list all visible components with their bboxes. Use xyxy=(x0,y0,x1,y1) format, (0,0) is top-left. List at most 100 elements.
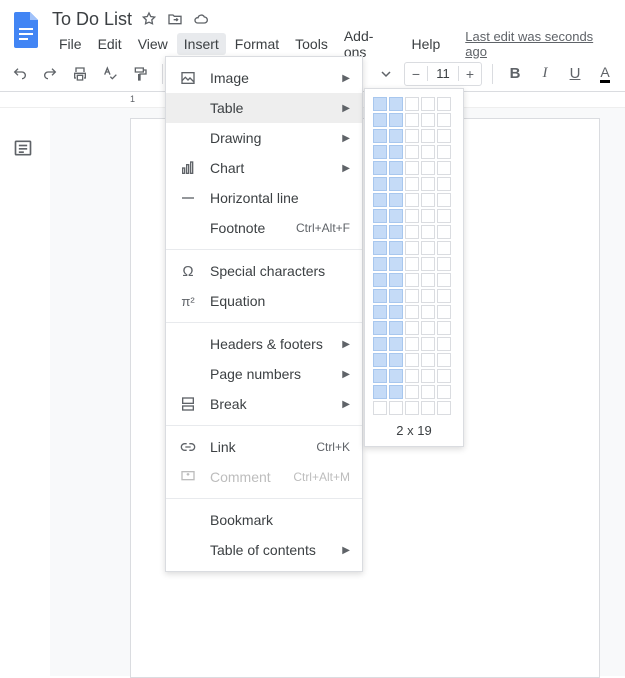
menu-help[interactable]: Help xyxy=(404,33,447,55)
cloud-icon[interactable] xyxy=(192,10,210,28)
table-picker-cell[interactable] xyxy=(437,241,451,255)
table-picker-cell[interactable] xyxy=(421,337,435,351)
table-picker-cell[interactable] xyxy=(437,353,451,367)
table-picker-cell[interactable] xyxy=(373,401,387,415)
table-picker-cell[interactable] xyxy=(437,97,451,111)
table-picker-cell[interactable] xyxy=(421,257,435,271)
spellcheck-icon[interactable] xyxy=(98,62,122,86)
table-picker-cell[interactable] xyxy=(421,305,435,319)
table-picker-cell[interactable] xyxy=(437,145,451,159)
table-picker-cell[interactable] xyxy=(437,225,451,239)
table-picker-cell[interactable] xyxy=(389,97,403,111)
menu-insert[interactable]: Insert xyxy=(177,33,226,55)
table-picker-cell[interactable] xyxy=(405,337,419,351)
table-picker-cell[interactable] xyxy=(389,353,403,367)
table-picker-cell[interactable] xyxy=(389,129,403,143)
table-picker-cell[interactable] xyxy=(421,209,435,223)
table-picker-cell[interactable] xyxy=(405,161,419,175)
table-picker-cell[interactable] xyxy=(437,289,451,303)
table-picker-cell[interactable] xyxy=(421,321,435,335)
table-picker-cell[interactable] xyxy=(437,177,451,191)
menu-item-special-characters[interactable]: Ω Special characters xyxy=(166,256,362,286)
document-title[interactable]: To Do List xyxy=(52,9,132,30)
table-picker-cell[interactable] xyxy=(421,97,435,111)
table-picker-cell[interactable] xyxy=(405,257,419,271)
font-dropdown-icon[interactable] xyxy=(374,62,398,86)
table-picker-cell[interactable] xyxy=(389,161,403,175)
table-picker-cell[interactable] xyxy=(437,321,451,335)
menu-item-drawing[interactable]: Drawing ▶ xyxy=(166,123,362,153)
print-icon[interactable] xyxy=(68,62,92,86)
menu-item-toc[interactable]: Table of contents ▶ xyxy=(166,535,362,565)
menu-item-footnote[interactable]: Footnote Ctrl+Alt+F xyxy=(166,213,362,243)
text-color-icon[interactable]: A xyxy=(593,62,617,86)
menu-tools[interactable]: Tools xyxy=(288,33,335,55)
table-picker-cell[interactable] xyxy=(405,113,419,127)
table-picker-cell[interactable] xyxy=(421,241,435,255)
table-picker-cell[interactable] xyxy=(389,113,403,127)
table-picker-cell[interactable] xyxy=(373,321,387,335)
table-picker-cell[interactable] xyxy=(373,129,387,143)
table-picker-cell[interactable] xyxy=(373,273,387,287)
table-picker-cell[interactable] xyxy=(405,401,419,415)
table-picker-cell[interactable] xyxy=(437,273,451,287)
table-picker-cell[interactable] xyxy=(405,193,419,207)
menu-item-break[interactable]: Break ▶ xyxy=(166,389,362,419)
table-picker-cell[interactable] xyxy=(389,177,403,191)
table-picker-cell[interactable] xyxy=(373,193,387,207)
move-icon[interactable] xyxy=(166,10,184,28)
table-picker-cell[interactable] xyxy=(437,369,451,383)
table-picker-cell[interactable] xyxy=(389,305,403,319)
table-picker-cell[interactable] xyxy=(373,305,387,319)
table-picker-cell[interactable] xyxy=(389,209,403,223)
table-picker-cell[interactable] xyxy=(421,193,435,207)
menu-item-headers-footers[interactable]: Headers & footers ▶ xyxy=(166,329,362,359)
paint-format-icon[interactable] xyxy=(128,62,152,86)
table-picker-cell[interactable] xyxy=(373,241,387,255)
bold-icon[interactable]: B xyxy=(503,62,527,86)
table-picker-cell[interactable] xyxy=(437,209,451,223)
table-picker-cell[interactable] xyxy=(389,369,403,383)
table-picker-cell[interactable] xyxy=(389,193,403,207)
table-picker-cell[interactable] xyxy=(389,337,403,351)
table-picker-cell[interactable] xyxy=(373,113,387,127)
table-picker-cell[interactable] xyxy=(405,129,419,143)
table-picker-cell[interactable] xyxy=(405,177,419,191)
table-picker-cell[interactable] xyxy=(421,145,435,159)
table-picker-cell[interactable] xyxy=(437,113,451,127)
table-picker-cell[interactable] xyxy=(437,161,451,175)
table-picker-cell[interactable] xyxy=(437,385,451,399)
font-size-decrease[interactable]: − xyxy=(405,66,427,82)
table-picker-cell[interactable] xyxy=(389,257,403,271)
table-picker-cell[interactable] xyxy=(437,401,451,415)
docs-logo[interactable] xyxy=(8,8,44,52)
table-picker-cell[interactable] xyxy=(421,385,435,399)
menu-item-page-numbers[interactable]: Page numbers ▶ xyxy=(166,359,362,389)
table-picker-cell[interactable] xyxy=(405,273,419,287)
table-picker-grid[interactable] xyxy=(373,97,455,415)
table-picker-cell[interactable] xyxy=(405,241,419,255)
table-picker-cell[interactable] xyxy=(421,113,435,127)
italic-icon[interactable]: I xyxy=(533,62,557,86)
table-picker-cell[interactable] xyxy=(405,369,419,383)
table-picker-cell[interactable] xyxy=(405,225,419,239)
table-picker-cell[interactable] xyxy=(421,353,435,367)
table-picker-cell[interactable] xyxy=(405,97,419,111)
table-picker-cell[interactable] xyxy=(405,305,419,319)
table-picker-cell[interactable] xyxy=(389,225,403,239)
table-picker-cell[interactable] xyxy=(373,177,387,191)
outline-icon[interactable] xyxy=(13,138,37,162)
menu-edit[interactable]: Edit xyxy=(91,33,129,55)
table-picker-cell[interactable] xyxy=(421,225,435,239)
table-picker-cell[interactable] xyxy=(373,145,387,159)
table-picker-cell[interactable] xyxy=(421,369,435,383)
table-picker-cell[interactable] xyxy=(421,129,435,143)
table-picker-cell[interactable] xyxy=(405,209,419,223)
table-picker-cell[interactable] xyxy=(389,241,403,255)
table-picker-cell[interactable] xyxy=(389,401,403,415)
table-picker-cell[interactable] xyxy=(421,289,435,303)
table-picker-cell[interactable] xyxy=(437,337,451,351)
table-picker-cell[interactable] xyxy=(373,209,387,223)
table-picker-cell[interactable] xyxy=(373,97,387,111)
menu-item-table[interactable]: Table ▶ xyxy=(166,93,362,123)
